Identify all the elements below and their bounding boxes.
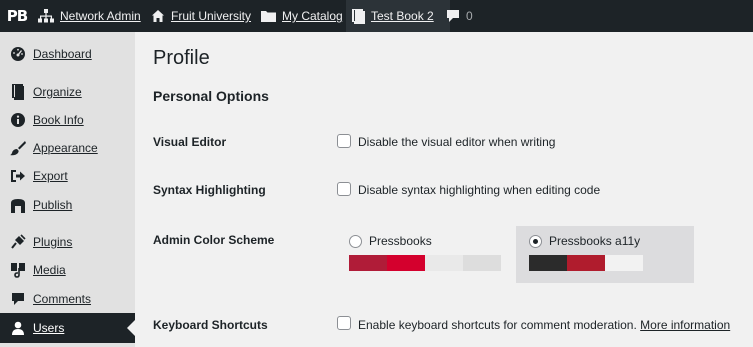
sidebar-item-organize[interactable]: Organize <box>0 81 135 103</box>
admin-bar: PB Network Admin Fruit University My Cat… <box>0 0 753 32</box>
visual-editor-checkbox[interactable] <box>337 134 351 148</box>
network-icon <box>38 9 54 23</box>
visual-editor-label: Visual Editor <box>153 135 227 149</box>
sidebar-item-book-info[interactable]: Book Info <box>0 109 135 131</box>
network-admin-link[interactable]: Network Admin <box>38 0 141 32</box>
page-title: Profile <box>153 47 210 69</box>
pressbooks-logo[interactable]: PB <box>6 6 28 26</box>
sidebar-item-publish[interactable]: Publish <box>0 194 135 216</box>
color-swatch <box>387 255 425 271</box>
shop-icon <box>10 197 26 213</box>
keyboard-shortcuts-checkbox[interactable] <box>337 316 351 330</box>
dashboard-icon <box>10 46 26 62</box>
comments-count: 0 <box>466 9 473 23</box>
export-icon <box>10 168 26 184</box>
color-scheme-name: Pressbooks <box>369 234 432 248</box>
users-icon <box>10 320 26 336</box>
book-icon <box>10 84 26 100</box>
color-scheme-radio-selected[interactable] <box>529 235 542 248</box>
keyboard-shortcuts-option-label[interactable]: Enable keyboard shortcuts for comment mo… <box>358 318 637 332</box>
admin-color-scheme-label: Admin Color Scheme <box>153 233 275 247</box>
color-swatches <box>529 255 643 271</box>
sidebar-item-label: Book Info <box>33 113 84 127</box>
sidebar-item-label: Publish <box>33 198 73 212</box>
color-swatch <box>529 255 567 271</box>
sidebar-item-label: Users <box>33 321 65 335</box>
site-home-link[interactable]: Fruit University <box>151 0 251 32</box>
admin-sidebar: Dashboard Organize Book Info Appearance … <box>0 32 135 347</box>
keyboard-shortcuts-option: Enable keyboard shortcuts for comment mo… <box>358 318 730 332</box>
section-title: Personal Options <box>153 88 269 104</box>
comment-icon <box>10 291 26 307</box>
folder-icon <box>261 10 276 22</box>
sidebar-item-label: Plugins <box>33 235 73 249</box>
book-link[interactable]: Test Book 2 <box>346 0 450 32</box>
syntax-highlighting-label: Syntax Highlighting <box>153 183 266 197</box>
my-catalog-link[interactable]: My Catalog <box>261 0 343 32</box>
color-scheme-pressbooks[interactable]: Pressbooks <box>336 226 514 283</box>
more-information-link[interactable]: More information <box>640 318 730 332</box>
sidebar-item-label: Appearance <box>33 141 98 155</box>
sidebar-item-label: Comments <box>33 292 92 306</box>
sidebar-item-users[interactable]: Users <box>0 313 135 343</box>
paintbrush-icon <box>10 140 26 156</box>
book-icon <box>352 8 365 24</box>
current-menu-arrow <box>127 320 135 336</box>
color-swatch <box>567 255 605 271</box>
color-swatch <box>425 255 463 271</box>
comments-link[interactable]: 0 <box>446 0 473 32</box>
syntax-highlighting-checkbox[interactable] <box>337 182 351 196</box>
keyboard-shortcuts-label: Keyboard Shortcuts <box>153 318 268 332</box>
comment-bubble-icon <box>446 9 460 23</box>
syntax-highlighting-option-label[interactable]: Disable syntax highlighting when editing… <box>358 183 600 197</box>
sidebar-item-dashboard[interactable]: Dashboard <box>0 43 135 65</box>
color-swatch <box>605 255 643 271</box>
home-icon <box>151 9 165 23</box>
color-swatch <box>463 255 501 271</box>
color-scheme-radio[interactable] <box>349 235 362 248</box>
color-scheme-pressbooks-a11y[interactable]: Pressbooks a11y <box>516 226 694 283</box>
sidebar-item-label: Media <box>33 263 66 277</box>
plugin-icon <box>10 234 26 250</box>
network-admin-label: Network Admin <box>60 9 141 23</box>
sidebar-item-label: Export <box>33 169 68 183</box>
color-swatches <box>349 255 501 271</box>
sidebar-item-comments[interactable]: Comments <box>0 288 135 310</box>
sidebar-item-label: Dashboard <box>33 47 92 61</box>
sidebar-item-media[interactable]: Media <box>0 259 135 281</box>
book-label: Test Book 2 <box>371 9 434 23</box>
color-scheme-name: Pressbooks a11y <box>549 234 641 248</box>
sidebar-item-label: Organize <box>33 85 82 99</box>
sidebar-item-plugins[interactable]: Plugins <box>0 231 135 253</box>
visual-editor-option-label[interactable]: Disable the visual editor when writing <box>358 135 555 149</box>
site-label: Fruit University <box>171 9 252 23</box>
catalog-label: My Catalog <box>282 9 343 23</box>
info-icon <box>10 112 26 128</box>
sidebar-item-export[interactable]: Export <box>0 165 135 187</box>
color-swatch <box>349 255 387 271</box>
media-icon <box>10 262 26 278</box>
sidebar-item-appearance[interactable]: Appearance <box>0 137 135 159</box>
